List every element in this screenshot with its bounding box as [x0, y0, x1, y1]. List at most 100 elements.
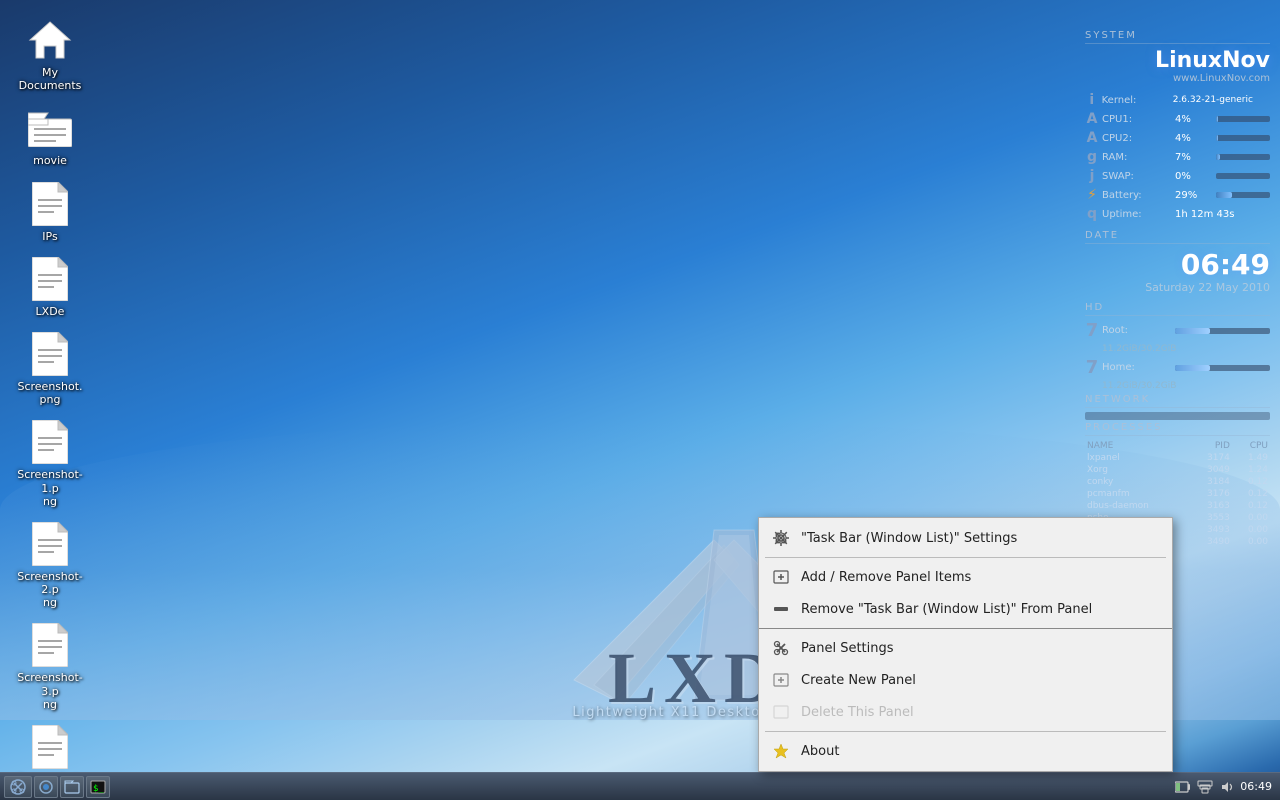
- battery-value: 29%: [1175, 190, 1213, 201]
- kernel-value: 2.6.32-21-generic: [1173, 95, 1270, 105]
- add-remove-icon: [771, 567, 791, 587]
- desktop-icon-label: LXDe: [36, 305, 65, 318]
- desktop-icon-ips[interactable]: IPs: [10, 174, 90, 249]
- ram-row: g RAM: 7%: [1085, 149, 1270, 165]
- desktop-icon-screenshot3[interactable]: Screenshot-3.png: [10, 615, 90, 717]
- ram-bar: [1216, 154, 1220, 160]
- delete-panel-icon: [771, 702, 791, 722]
- proc-name: conky: [1085, 476, 1189, 488]
- menu-item-panel-settings[interactable]: Panel Settings: [759, 632, 1172, 664]
- proc-cpu: 0.12: [1232, 476, 1270, 488]
- taskbar-settings-label: "Task Bar (Window List)" Settings: [801, 531, 1017, 546]
- proc-header-name: NAME: [1085, 440, 1189, 452]
- swap-row: j SWAP: 0%: [1085, 168, 1270, 184]
- menu-item-delete-panel: Delete This Panel: [759, 696, 1172, 728]
- taskbar: $_: [0, 772, 1280, 800]
- proc-pid: 3174: [1189, 452, 1232, 464]
- ram-letter: g: [1085, 149, 1099, 165]
- desktop-icon-screenshot2[interactable]: Screenshot-2.png: [10, 514, 90, 616]
- hd-section: HD 7 Root: 11.2GiB/30.2GiB 7 Home: 11.2G…: [1085, 302, 1270, 391]
- panel-settings-label: Panel Settings: [801, 641, 894, 656]
- system-monitor: SYSTEM LinuxNov www.LinuxNov.com i Kerne…: [1085, 30, 1270, 548]
- date-section: DATE 06:49 Saturday 22 May 2010: [1085, 230, 1270, 294]
- menu-separator-1: [765, 557, 1166, 558]
- menu-item-remove-taskbar[interactable]: Remove "Task Bar (Window List)" From Pan…: [759, 593, 1172, 625]
- root-label: Root:: [1102, 325, 1172, 336]
- proc-pid: 3490: [1189, 536, 1232, 548]
- menu-item-create-panel[interactable]: Create New Panel: [759, 664, 1172, 696]
- gear-icon: [771, 528, 791, 548]
- kernel-label: Kernel:: [1102, 95, 1170, 106]
- root-row: 7 Root:: [1085, 320, 1270, 341]
- battery-bar-bg: [1216, 192, 1270, 198]
- home-bar-bg: [1175, 365, 1270, 371]
- cpu2-label: CPU2:: [1102, 133, 1172, 144]
- proc-cpu: 0.00: [1232, 512, 1270, 524]
- desktop: LXDE Lightweight X11 Desktop Environment…: [0, 0, 1280, 800]
- time-display: 06:49: [1085, 248, 1270, 281]
- panel-settings-icon: [771, 638, 791, 658]
- process-row: Xorg30491.24: [1085, 464, 1270, 476]
- proc-pid: 3493: [1189, 524, 1232, 536]
- proc-cpu: 0.12: [1232, 500, 1270, 512]
- desktop-icon-screenshot1[interactable]: Screenshot-1.png: [10, 412, 90, 514]
- terminal-button[interactable]: $_: [86, 776, 110, 798]
- desktop-icon-label: Screenshot.png: [14, 380, 86, 406]
- cpu1-bar-bg: [1216, 116, 1270, 122]
- proc-cpu: 1.24: [1232, 464, 1270, 476]
- taskbar-clock: 06:49: [1240, 780, 1272, 793]
- file-icon: [26, 520, 74, 568]
- network-bar: [1085, 412, 1270, 420]
- root-number: 7: [1085, 320, 1099, 341]
- desktop-icon-my-documents[interactable]: My Documents: [10, 10, 90, 98]
- home-icon: [26, 16, 74, 64]
- system-section-title: SYSTEM: [1085, 30, 1270, 44]
- proc-pid: 3184: [1189, 476, 1232, 488]
- taskbar-right: 06:49: [1166, 778, 1280, 796]
- proc-pid: 3176: [1189, 488, 1232, 500]
- uptime-letter: q: [1085, 206, 1099, 222]
- cpu1-bar: [1216, 116, 1218, 122]
- desktop-icon-label: IPs: [42, 230, 57, 243]
- cpu2-value: 4%: [1175, 133, 1213, 144]
- cpu1-letter: A: [1085, 111, 1099, 127]
- volume-tray-icon: [1218, 778, 1236, 796]
- desktop-icon-label: Screenshot-2.png: [14, 570, 86, 610]
- desktop-icon-screenshot[interactable]: Screenshot.png: [10, 324, 90, 412]
- remove-icon: [771, 599, 791, 619]
- svg-text:$_: $_: [93, 784, 104, 794]
- desktop-icon-label: Screenshot-3.png: [14, 671, 86, 711]
- battery-bar: [1216, 192, 1232, 198]
- desktop-icon-label: movie: [33, 154, 67, 167]
- cpu1-row: A CPU1: 4%: [1085, 111, 1270, 127]
- date-display: Saturday 22 May 2010: [1085, 281, 1270, 294]
- start-button[interactable]: [4, 776, 32, 798]
- ram-value: 7%: [1175, 152, 1213, 163]
- file-icon: [26, 418, 74, 466]
- desktop-icon-movie[interactable]: movie: [10, 98, 90, 173]
- menu-item-add-remove[interactable]: Add / Remove Panel Items: [759, 561, 1172, 593]
- date-section-title: DATE: [1085, 230, 1270, 244]
- uptime-value: 1h 12m 43s: [1175, 209, 1255, 220]
- processes-section-title: PROCESSES: [1085, 422, 1270, 436]
- cpu2-bar-bg: [1216, 135, 1270, 141]
- menu-item-taskbar-settings[interactable]: "Task Bar (Window List)" Settings: [759, 522, 1172, 554]
- add-remove-label: Add / Remove Panel Items: [801, 570, 971, 585]
- file-icon: [26, 723, 74, 771]
- proc-cpu: 1.49: [1232, 452, 1270, 464]
- menu-item-about[interactable]: About: [759, 735, 1172, 767]
- home-label: Home:: [1102, 362, 1172, 373]
- cpu2-row: A CPU2: 4%: [1085, 130, 1270, 146]
- battery-letter: ⚡: [1085, 187, 1099, 203]
- kernel-letter: i: [1085, 92, 1099, 108]
- proc-cpu: 0.12: [1232, 488, 1270, 500]
- root-size: 11.2GiB/30.2GiB: [1085, 344, 1270, 354]
- ram-label: RAM:: [1102, 152, 1172, 163]
- uptime-row: q Uptime: 1h 12m 43s: [1085, 206, 1270, 222]
- about-icon: [771, 741, 791, 761]
- filemanager-button[interactable]: [60, 776, 84, 798]
- browser-button[interactable]: [34, 776, 58, 798]
- remove-taskbar-label: Remove "Task Bar (Window List)" From Pan…: [801, 602, 1092, 617]
- desktop-icon-lxde[interactable]: LXDe: [10, 249, 90, 324]
- proc-header-pid: PID: [1189, 440, 1232, 452]
